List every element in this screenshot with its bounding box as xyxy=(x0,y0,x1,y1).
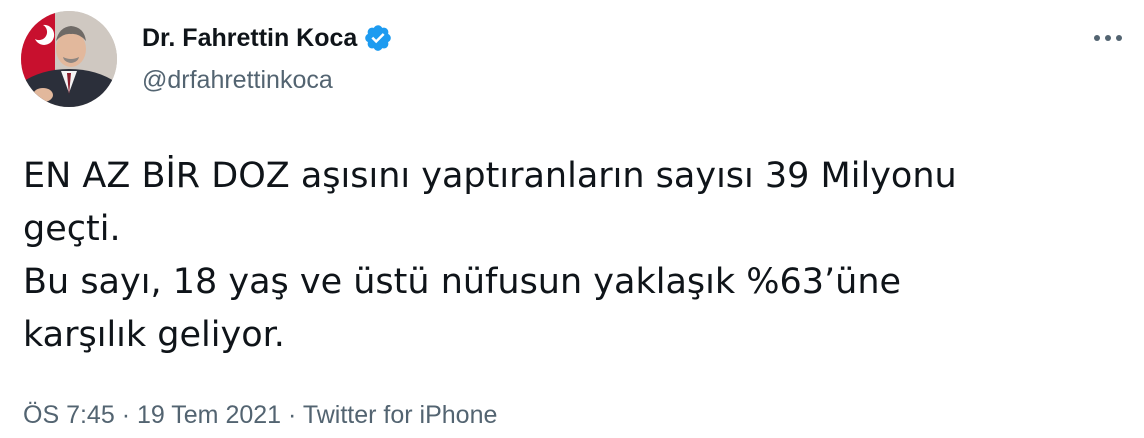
avatar[interactable] xyxy=(21,11,117,107)
tweet-card: Dr. Fahrettin Koca @drfahrettinkoca EN A… xyxy=(0,0,1144,438)
name-row: Dr. Fahrettin Koca xyxy=(142,20,393,56)
tweet-text: EN AZ BİR DOZ aşısını yaptıranların sayı… xyxy=(23,150,1123,362)
tweet-source[interactable]: Twitter for iPhone xyxy=(303,401,498,429)
meta-separator: · xyxy=(288,401,297,429)
user-handle[interactable]: @drfahrettinkoca xyxy=(142,62,393,98)
tweet-text-line: EN AZ BİR DOZ aşısını yaptıranların sayı… xyxy=(23,156,957,196)
author-block: Dr. Fahrettin Koca @drfahrettinkoca xyxy=(142,20,393,98)
tweet-time[interactable]: ÖS 7:45 xyxy=(23,401,115,429)
tweet-text-line: Bu sayı, 18 yaş ve üstü nüfusun yaklaşık… xyxy=(23,262,902,302)
tweet-text-line: karşılık geliyor. xyxy=(23,315,285,355)
tweet-meta: ÖS 7:45 · 19 Tem 2021 · Twitter for iPho… xyxy=(23,398,497,432)
tweet-text-line: geçti. xyxy=(23,209,121,249)
meta-separator: · xyxy=(121,401,131,429)
more-horizontal-icon[interactable] xyxy=(1090,24,1126,52)
tweet-date[interactable]: 19 Tem 2021 xyxy=(137,401,281,429)
avatar-image xyxy=(21,11,117,107)
display-name[interactable]: Dr. Fahrettin Koca xyxy=(142,20,357,56)
verified-badge-icon xyxy=(363,23,393,53)
